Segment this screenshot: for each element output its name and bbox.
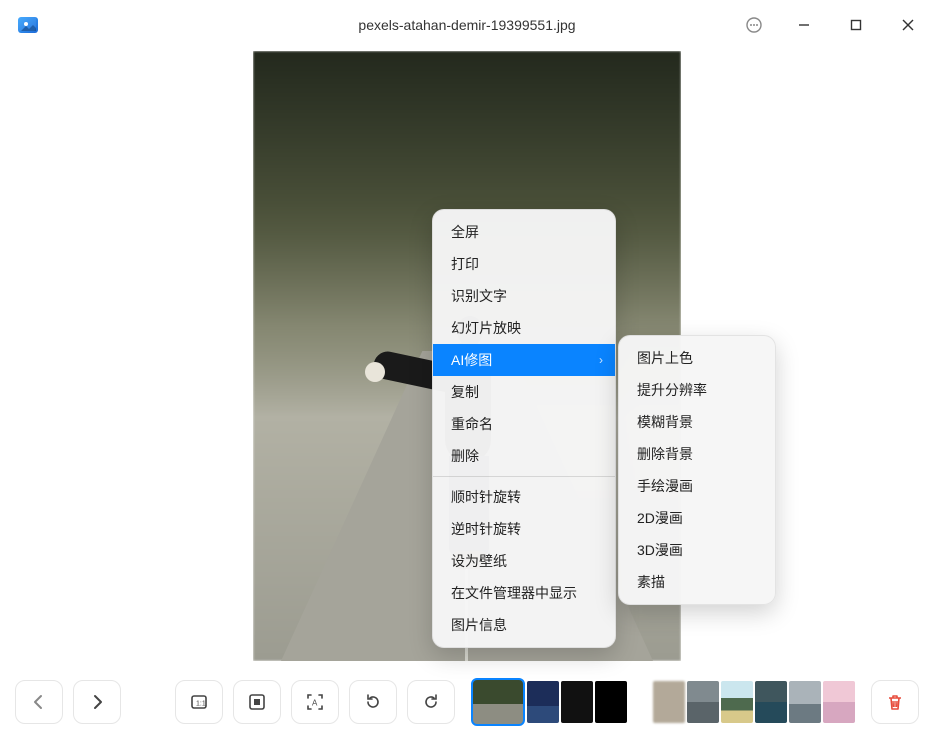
ai-submenu-item-blur-bg[interactable]: 模糊背景	[619, 406, 775, 438]
context-menu-item-print[interactable]: 打印	[433, 248, 615, 280]
context-menu: 全屏打印识别文字幻灯片放映 AI修图 › 复制重命名删除顺时针旋转逆时针旋转设为壁纸在…	[432, 209, 616, 648]
maximize-button[interactable]	[830, 0, 882, 50]
ai-submenu-item-label: 3D漫画	[637, 542, 683, 558]
ai-submenu: 图片上色提升分辨率模糊背景删除背景手绘漫画 2D漫画 3D漫画素描	[618, 335, 776, 605]
chevron-right-icon: ›	[599, 344, 603, 376]
context-menu-item-label: 设为壁纸	[451, 553, 507, 569]
thumbnail-4[interactable]	[653, 681, 685, 723]
rotate-cw-button[interactable]	[407, 680, 455, 724]
thumbnail-7[interactable]	[755, 681, 787, 723]
ai-submenu-item-remove-bg[interactable]: 删除背景	[619, 438, 775, 470]
next-button[interactable]	[73, 680, 121, 724]
image-viewport[interactable]: 全屏打印识别文字幻灯片放映 AI修图 › 复制重命名删除顺时针旋转逆时针旋转设为壁纸在…	[0, 50, 934, 662]
delete-button[interactable]	[871, 680, 919, 724]
ai-submenu-item-upscale[interactable]: 提升分辨率	[619, 374, 775, 406]
app-icon	[14, 11, 42, 39]
ai-submenu-item-label: 素描	[637, 574, 665, 590]
thumbnail-8[interactable]	[789, 681, 821, 723]
context-menu-item-info[interactable]: 图片信息	[433, 609, 615, 641]
more-button[interactable]	[734, 0, 774, 50]
thumbnail-9[interactable]	[823, 681, 855, 723]
ai-submenu-item-2d-anime[interactable]: 2D漫画	[619, 502, 775, 534]
svg-text:A: A	[312, 699, 318, 708]
ai-submenu-item-label: 2D漫画	[637, 510, 683, 526]
fit-window-button[interactable]	[233, 680, 281, 724]
thumbnail-1[interactable]	[527, 681, 559, 723]
ai-submenu-item-colorize[interactable]: 图片上色	[619, 342, 775, 374]
ai-submenu-item-label: 提升分辨率	[637, 382, 707, 398]
context-menu-item-label: 打印	[451, 256, 479, 272]
ai-submenu-item-label: 删除背景	[637, 446, 693, 462]
context-menu-item-label: 在文件管理器中显示	[451, 585, 577, 601]
context-menu-item-ai-edit[interactable]: AI修图 ›	[433, 344, 615, 376]
ai-submenu-item-3d-anime[interactable]: 3D漫画	[619, 534, 775, 566]
thumbnail-0[interactable]	[471, 678, 525, 726]
context-menu-item-label: 逆时针旋转	[451, 521, 521, 537]
image-viewer-window: pexels-atahan-demir-19399551.jpg	[0, 0, 934, 742]
ai-submenu-item-label: 模糊背景	[637, 414, 693, 430]
ocr-button[interactable]: A	[291, 680, 339, 724]
rotate-ccw-button[interactable]	[349, 680, 397, 724]
ai-submenu-item-sketch[interactable]: 素描	[619, 566, 775, 598]
context-menu-item-fullscreen[interactable]: 全屏	[433, 216, 615, 248]
ai-submenu-item-hand-drawn[interactable]: 手绘漫画	[619, 470, 775, 502]
prev-button[interactable]	[15, 680, 63, 724]
context-menu-item-slideshow[interactable]: 幻灯片放映	[433, 312, 615, 344]
ai-submenu-item-label: 手绘漫画	[637, 478, 693, 494]
context-menu-item-label: 删除	[451, 448, 479, 464]
thumbnail-5[interactable]	[687, 681, 719, 723]
context-menu-item-label: 顺时针旋转	[451, 489, 521, 505]
ai-submenu-item-label: 图片上色	[637, 350, 693, 366]
context-menu-item-reveal[interactable]: 在文件管理器中显示	[433, 577, 615, 609]
window-controls	[734, 0, 934, 50]
thumbnail-2[interactable]	[561, 681, 593, 723]
svg-text:1:1: 1:1	[196, 701, 206, 708]
minimize-button[interactable]	[778, 0, 830, 50]
thumbnail-3[interactable]	[595, 681, 627, 723]
context-menu-item-copy[interactable]: 复制	[433, 376, 615, 408]
context-menu-item-label: 全屏	[451, 224, 479, 240]
context-menu-item-label: 重命名	[451, 416, 493, 432]
context-menu-item-label: 复制	[451, 384, 479, 400]
close-button[interactable]	[882, 0, 934, 50]
context-menu-item-wallpaper[interactable]: 设为壁纸	[433, 545, 615, 577]
fit-original-button[interactable]: 1:1	[175, 680, 223, 724]
titlebar: pexels-atahan-demir-19399551.jpg	[0, 0, 934, 50]
bottom-toolbar: 1:1 A	[1, 678, 933, 726]
context-menu-item-rename[interactable]: 重命名	[433, 408, 615, 440]
filename-title: pexels-atahan-demir-19399551.jpg	[358, 17, 575, 33]
thumbnail-strip	[471, 678, 855, 726]
context-menu-item-rotate-ccw[interactable]: 逆时针旋转	[433, 513, 615, 545]
bottom-toolbar-zone: 1:1 A	[0, 662, 934, 742]
context-menu-item-label: AI修图	[451, 352, 492, 368]
thumbnail-6[interactable]	[721, 681, 753, 723]
context-menu-item-delete[interactable]: 删除	[433, 440, 615, 472]
context-menu-item-rotate-cw[interactable]: 顺时针旋转	[433, 481, 615, 513]
context-menu-item-label: 幻灯片放映	[451, 320, 521, 336]
context-menu-item-label: 图片信息	[451, 617, 507, 633]
context-menu-item-label: 识别文字	[451, 288, 507, 304]
context-menu-item-ocr[interactable]: 识别文字	[433, 280, 615, 312]
